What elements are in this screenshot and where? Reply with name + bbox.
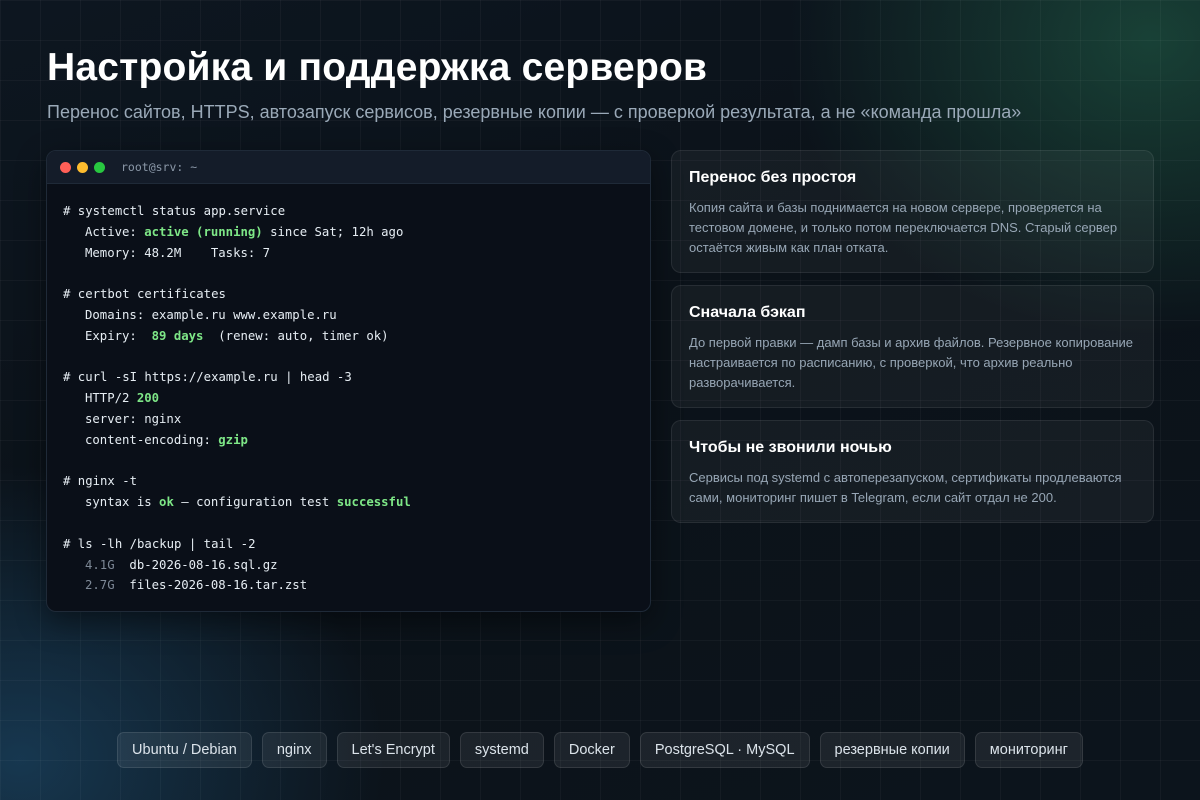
feature-card-text: До первой правки — дамп базы и архив фай… [689,335,1133,390]
terminal-command-line: # certbot certificates [63,284,650,305]
terminal-text: since Sat; 12h ago [262,224,404,239]
terminal-text: syntax is [85,495,160,510]
terminal-text: server: nginx [85,411,182,426]
terminal-text: # nginx -t [63,474,138,489]
highlight-text: successful [336,495,411,510]
highlight-text: active (running) [144,224,263,239]
tech-tag: systemd [459,732,544,768]
terminal-output-line: syntax is ok — configuration test succes… [63,492,650,513]
terminal-window: root@srv: ~ # systemctl status app.servi… [46,150,651,612]
terminal-text: Domains: example.ru www.example.ru [85,307,337,322]
feature-card-text: Сервисы под systemd с автоперезапуском, … [689,470,1122,505]
feature-cards: Перенос без простоя Копия сайта и базы по… [671,150,1154,535]
close-window-icon[interactable] [60,161,71,173]
terminal-command-line: # ls -lh /backup | tail -2 [63,534,650,555]
tech-tag: резервные копии [819,732,965,768]
highlight-text: 89 days [151,328,204,343]
highlight-text: gzip [218,432,248,447]
terminal-text: db-2026-08-16.sql.gz [114,557,278,572]
terminal-text: content-encoding: [85,432,219,447]
feature-card-title: Чтобы не звонили ночью [689,439,892,456]
terminal-titlebar: root@srv: ~ [47,151,650,184]
terminal-text: Active: [85,224,145,239]
terminal-output-line: server: nginx [63,409,650,430]
terminal-title: root@srv: ~ [121,160,198,174]
terminal-output: # systemctl status app.service Active: ac… [47,184,650,596]
terminal-output-line: Domains: example.ru www.example.ru [63,305,650,326]
terminal-output-line: HTTP/2 200 [63,388,650,409]
highlight-text: ok [159,495,174,510]
tech-tag: nginx [261,732,327,768]
file-size: 2.7G [85,578,115,593]
minimize-window-icon[interactable] [77,161,88,173]
terminal-output-line: Expiry: 89 days (renew: auto, timer ok) [63,326,650,347]
terminal-text: Expiry: [85,328,152,343]
tech-tag: PostgreSQL · MySQL [639,732,810,768]
feature-card: Перенос без простоя Копия сайта и базы по… [671,150,1154,273]
terminal-output-line: 2.7G files-2026-08-16.tar.zst [63,575,650,596]
terminal-text: # systemctl status app.service [63,204,286,218]
terminal-text: # ls -lh /backup | tail -2 [63,536,256,551]
terminal-output-line: Active: active (running) since Sat; 12h … [63,222,650,243]
tech-tag: Ubuntu / Debian [117,732,252,768]
terminal-output-line: 4.1G db-2026-08-16.sql.gz [63,555,650,576]
terminal-text: (renew: auto, timer ok) [203,328,389,343]
terminal-text: # curl -sI https://example.ru | head -3 [63,370,352,385]
terminal-text: # certbot certificates [63,287,226,302]
feature-card-title: Перенос без простоя [689,169,857,186]
terminal-text: — configuration test [173,495,337,510]
terminal-output-line: content-encoding: gzip [63,430,650,451]
feature-card-title: Сначала бэкап [689,304,806,321]
file-size: 4.1G [85,557,115,572]
terminal-command-line: # curl -sI https://example.ru | head -3 [63,367,650,388]
tech-tag: Let's Encrypt [336,732,450,768]
tech-tag: Docker [553,732,630,768]
tech-tags: Ubuntu / Debian nginx Let's Encrypt systemd… [0,732,1200,768]
terminal-command-line: # nginx -t [63,471,650,492]
highlight-text: 200 [136,391,160,406]
terminal-output-line: Memory: 48.2M Tasks: 7 [63,243,650,264]
page-title: Настройка и поддержка серверов [47,46,708,89]
terminal-text: HTTP/2 [85,391,137,406]
terminal-command-line: # systemctl status app.service [63,201,650,222]
feature-card: Сначала бэкап До первой правки — дамп баз… [671,285,1154,408]
feature-card: Чтобы не звонили ночью Сервисы под system… [671,420,1154,523]
page-subtitle: Перенос сайтов, HTTPS, автозапуск сервис… [47,102,1022,122]
feature-card-text: Копия сайта и базы поднимается на новом … [689,200,1118,255]
maximize-window-icon[interactable] [94,161,105,173]
terminal-text: files-2026-08-16.tar.zst [114,578,308,593]
tech-tag: мониторинг [974,732,1083,768]
terminal-text: Memory: 48.2M Tasks: 7 [85,245,271,260]
